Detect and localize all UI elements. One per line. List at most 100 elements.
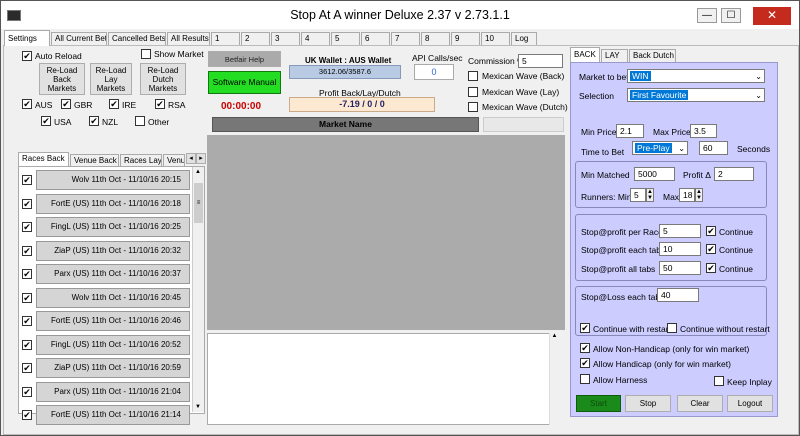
runners-min-input[interactable]: 5 bbox=[630, 188, 646, 202]
race-button[interactable]: Parx (US) 11th Oct - 11/10/16 21:04 bbox=[36, 381, 190, 402]
tab-3[interactable]: 3 bbox=[271, 32, 300, 45]
minimize-button[interactable]: — bbox=[697, 8, 717, 23]
time-to-bet-dropdown[interactable]: Pre-Play ⌄ bbox=[632, 141, 688, 155]
stop-profit-race-input[interactable]: 5 bbox=[659, 224, 701, 238]
allow-handicap-checkbox[interactable]: ✔ bbox=[580, 358, 590, 368]
tab-9[interactable]: 9 bbox=[451, 32, 480, 45]
mexican-dutch-checkbox[interactable] bbox=[468, 102, 478, 112]
aus-checkbox[interactable]: ✔ bbox=[22, 99, 32, 109]
race-checkbox[interactable]: ✔ bbox=[22, 269, 32, 279]
betfair-help-button[interactable]: Betfair Help bbox=[208, 51, 281, 67]
race-button[interactable]: ZiaP (US) 11th Oct - 11/10/16 20:59 bbox=[36, 358, 190, 378]
profit-delta-input[interactable]: 2 bbox=[714, 167, 754, 181]
stop-loss-input[interactable]: 40 bbox=[657, 288, 699, 302]
tab-2[interactable]: 2 bbox=[241, 32, 270, 45]
race-checkbox[interactable]: ✔ bbox=[22, 175, 32, 185]
race-checkbox[interactable]: ✔ bbox=[22, 386, 32, 397]
runners-max-spinner[interactable]: ▲ ▼ bbox=[695, 188, 703, 202]
tab-back[interactable]: BACK bbox=[570, 47, 600, 62]
race-checkbox[interactable]: ✔ bbox=[22, 245, 32, 256]
tab-scroll-left[interactable]: ◂ bbox=[186, 153, 196, 164]
race-checkbox[interactable]: ✔ bbox=[22, 410, 32, 420]
min-price-input[interactable]: 2.1 bbox=[616, 124, 644, 138]
runners-max-input[interactable]: 18 bbox=[679, 188, 695, 202]
continue-tab-checkbox[interactable]: ✔ bbox=[706, 244, 716, 254]
time-seconds-input[interactable]: 60 bbox=[699, 141, 728, 155]
tab-6[interactable]: 6 bbox=[361, 32, 390, 45]
market-to-bet-dropdown[interactable]: WIN ⌄ bbox=[627, 69, 765, 83]
race-button[interactable]: FortE (US) 11th Oct - 11/10/16 20:18 bbox=[36, 193, 190, 214]
usa-checkbox[interactable]: ✔ bbox=[41, 116, 51, 126]
mexican-back-checkbox[interactable] bbox=[468, 71, 478, 81]
gbr-checkbox[interactable]: ✔ bbox=[61, 99, 71, 109]
tab-1[interactable]: 1 bbox=[211, 32, 240, 45]
allow-harness-checkbox[interactable] bbox=[580, 374, 590, 384]
auto-reload-checkbox[interactable]: ✔ bbox=[22, 51, 32, 61]
tab-all-current-bets[interactable]: All Current Bets bbox=[51, 32, 107, 45]
stop-profit-tab-input[interactable]: 10 bbox=[659, 242, 701, 256]
tab-scroll-right[interactable]: ▸ bbox=[196, 153, 206, 164]
continue-race-checkbox[interactable]: ✔ bbox=[706, 226, 716, 236]
race-button[interactable]: FortE (US) 11th Oct - 11/10/16 21:14 bbox=[36, 405, 190, 425]
continue-restart-checkbox[interactable]: ✔ bbox=[580, 323, 590, 333]
tab-10[interactable]: 10 bbox=[481, 32, 510, 45]
tab-5[interactable]: 5 bbox=[331, 32, 360, 45]
tab-back-dutch[interactable]: Back Dutch bbox=[629, 49, 676, 62]
race-checkbox[interactable]: ✔ bbox=[22, 292, 32, 303]
runners-min-spinner[interactable]: ▲ ▼ bbox=[646, 188, 654, 202]
race-button[interactable]: Wolv 11th Oct - 11/10/16 20:15 bbox=[36, 170, 190, 190]
race-button[interactable]: ZiaP (US) 11th Oct - 11/10/16 20:32 bbox=[36, 240, 190, 261]
selection-dropdown[interactable]: First Favourite ⌄ bbox=[627, 88, 765, 102]
logout-button[interactable]: Logout bbox=[727, 395, 773, 412]
race-button[interactable]: FortE (US) 11th Oct - 11/10/16 20:46 bbox=[36, 311, 190, 331]
scroll-thumb[interactable]: ≡ bbox=[194, 183, 203, 223]
start-button[interactable]: Start bbox=[576, 395, 621, 412]
race-checkbox[interactable]: ✔ bbox=[22, 222, 32, 232]
races-scrollbar[interactable]: ▲ ≡ ▼ bbox=[192, 167, 204, 412]
race-checkbox[interactable]: ✔ bbox=[22, 339, 32, 350]
race-button[interactable]: FingL (US) 11th Oct - 11/10/16 20:25 bbox=[36, 217, 190, 237]
reload-back-markets-button[interactable]: Re-Load Back Markets bbox=[39, 63, 85, 95]
race-row: ✔ ZiaP (US) 11th Oct - 11/10/16 20:32 bbox=[21, 240, 193, 262]
ire-checkbox[interactable]: ✔ bbox=[109, 99, 119, 109]
tab-settings[interactable]: Settings bbox=[4, 30, 50, 46]
nzl-checkbox[interactable]: ✔ bbox=[89, 116, 99, 126]
reload-dutch-markets-button[interactable]: Re-Load Dutch Markets bbox=[140, 63, 186, 95]
tab-4[interactable]: 4 bbox=[301, 32, 330, 45]
race-button[interactable]: Wolv 11th Oct - 11/10/16 20:45 bbox=[36, 287, 190, 308]
log-textbox[interactable] bbox=[207, 333, 559, 425]
continue-all-checkbox[interactable]: ✔ bbox=[706, 263, 716, 273]
tab-8[interactable]: 8 bbox=[421, 32, 450, 45]
log-scrollbar[interactable]: ▲ bbox=[549, 333, 559, 425]
tab-log[interactable]: Log bbox=[511, 32, 537, 45]
tab-races-back[interactable]: Races Back bbox=[18, 152, 69, 166]
close-button[interactable]: ✕ bbox=[753, 7, 791, 25]
tab-cancelled-bets[interactable]: Cancelled Bets bbox=[108, 32, 166, 45]
tab-all-results[interactable]: All Results bbox=[167, 32, 210, 45]
tab-7[interactable]: 7 bbox=[391, 32, 420, 45]
mexican-lay-checkbox[interactable] bbox=[468, 87, 478, 97]
clear-button[interactable]: Clear bbox=[677, 395, 723, 412]
stop-button[interactable]: Stop bbox=[625, 395, 671, 412]
keep-inplay-checkbox[interactable] bbox=[714, 376, 724, 386]
show-market-checkbox[interactable] bbox=[141, 49, 151, 59]
max-price-input[interactable]: 3.5 bbox=[690, 124, 717, 138]
race-button[interactable]: FingL (US) 11th Oct - 11/10/16 20:52 bbox=[36, 334, 190, 355]
stop-profit-all-input[interactable]: 50 bbox=[659, 261, 701, 275]
rsa-checkbox[interactable]: ✔ bbox=[155, 99, 165, 109]
maximize-button[interactable]: ☐ bbox=[721, 8, 741, 23]
scroll-up-icon[interactable]: ▲ bbox=[195, 169, 201, 175]
scroll-down-icon[interactable]: ▼ bbox=[195, 404, 201, 410]
commission-input[interactable]: 5 bbox=[518, 54, 563, 68]
race-checkbox[interactable]: ✔ bbox=[22, 316, 32, 326]
race-button[interactable]: Parx (US) 11th Oct - 11/10/16 20:37 bbox=[36, 264, 190, 284]
continue-no-restart-checkbox[interactable] bbox=[667, 323, 677, 333]
other-checkbox[interactable] bbox=[135, 116, 145, 126]
race-checkbox[interactable]: ✔ bbox=[22, 363, 32, 373]
reload-lay-markets-button[interactable]: Re-Load Lay Markets bbox=[90, 63, 132, 95]
software-manual-button[interactable]: Software Manual bbox=[208, 71, 281, 94]
min-matched-input[interactable]: 5000 bbox=[634, 167, 675, 181]
tab-lay[interactable]: LAY bbox=[601, 49, 628, 62]
allow-non-handicap-checkbox[interactable]: ✔ bbox=[580, 343, 590, 353]
race-checkbox[interactable]: ✔ bbox=[22, 198, 32, 209]
